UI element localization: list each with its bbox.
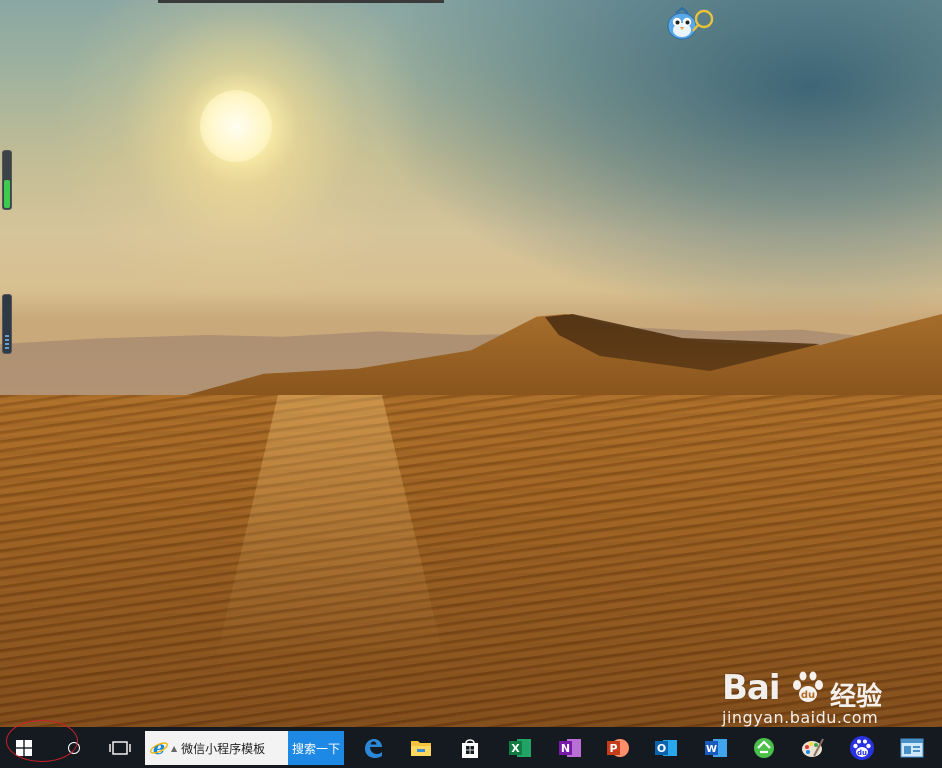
taskbar-app-file-explorer[interactable] [403,727,439,768]
paint-palette-icon [802,738,824,757]
outlook-icon: O [655,739,677,756]
meter-fill [4,180,10,208]
svg-text:W: W [706,744,717,755]
desktop-wallpaper [0,0,942,727]
search-input[interactable] [181,741,282,755]
chevron-up-icon[interactable]: ▲ [171,744,177,753]
side-meter-widget[interactable] [2,150,12,210]
watermark-logo-text: Bai [722,668,781,708]
top-edge-bar [158,0,444,3]
taskbar-app-word[interactable]: W [698,727,734,768]
sky [362,0,942,320]
search-button[interactable]: 搜索一下 [288,731,344,765]
baidu-jingyan-watermark: Bai du 经验 jingyan.baidu.com [722,668,922,728]
task-view-icon [109,740,131,755]
windows-logo-icon [16,739,32,756]
onenote-icon: N [559,738,581,757]
taskbar-app-baidu[interactable]: du [844,727,880,768]
taskbar-app-onenote[interactable]: N [552,727,588,768]
baidu-paw-icon: du [793,671,823,702]
file-explorer-icon [411,740,431,756]
window-card-icon [900,738,924,757]
svg-text:O: O [657,742,666,755]
watermark-url: jingyan.baidu.com [722,708,879,727]
store-icon [462,738,478,758]
svg-text:P: P [609,742,617,755]
taskbar-app-excel[interactable]: X [502,727,538,768]
taskbar-app-powerpoint[interactable]: P [600,727,636,768]
cortana-button[interactable] [52,727,96,768]
desktop-pet-bird-icon[interactable] [666,6,714,42]
taskbar-app-control-panel[interactable] [894,727,930,768]
svg-text:du: du [801,690,815,701]
start-button[interactable] [0,727,48,768]
sun [200,90,272,162]
taskbar-app-green[interactable] [746,727,782,768]
svg-text:du: du [857,749,867,757]
volume-fill [5,335,9,351]
taskbar-app-paint[interactable] [795,727,831,768]
taskbar-app-store[interactable] [452,727,488,768]
cortana-circle-icon [68,741,80,754]
task-view-button[interactable] [100,727,140,768]
word-icon: W [705,738,727,757]
internet-explorer-icon: e [150,738,168,758]
svg-text:e: e [153,738,165,758]
taskbar-search-box[interactable]: e ▲ [145,731,288,765]
svg-text:X: X [511,742,520,755]
baidu-paw-icon: du [850,735,874,760]
taskbar-app-outlook[interactable]: O [648,727,684,768]
excel-icon: X [509,738,531,757]
svg-text:N: N [561,742,570,755]
side-volume-widget[interactable] [2,294,12,354]
edge-icon [365,738,382,758]
green-circle-app-icon [754,737,774,758]
powerpoint-icon: P [607,738,629,757]
taskbar-app-edge[interactable] [355,727,391,768]
